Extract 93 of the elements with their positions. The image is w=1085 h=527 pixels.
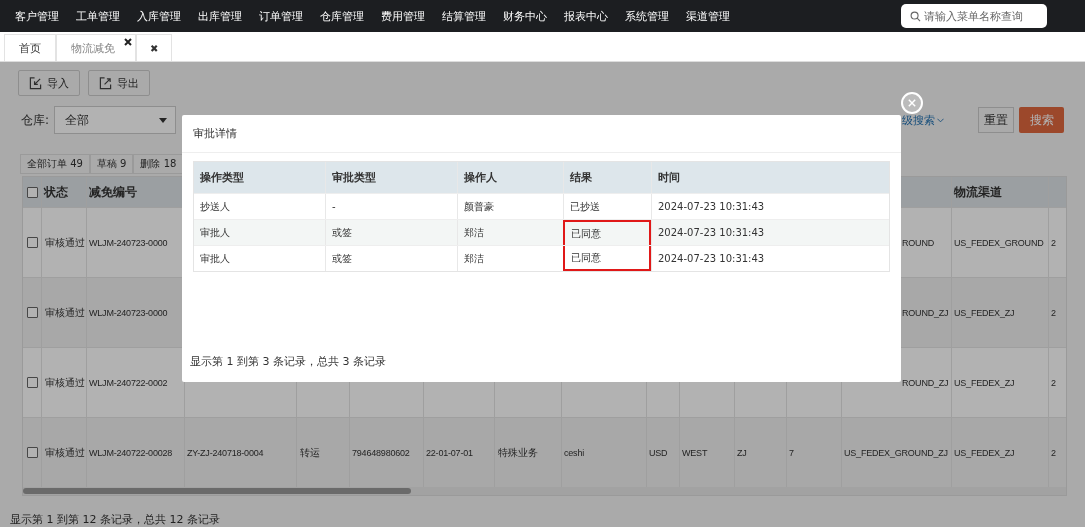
table-cell: 已同意 bbox=[571, 226, 601, 241]
caret-icon bbox=[159, 117, 168, 123]
table-cell: 2 bbox=[1051, 237, 1056, 248]
close-all-tabs-button[interactable]: ✖ bbox=[136, 34, 173, 61]
select-all-checkbox[interactable] bbox=[26, 186, 38, 198]
nav-menu-item[interactable]: 订单管理 bbox=[259, 8, 303, 24]
pagination-info: 显示第 1 到第 12 条记录，总共 12 条记录 bbox=[10, 512, 221, 527]
table-cell: ROUND_ZJ bbox=[902, 307, 949, 318]
pagination-info: 显示第 1 到第 3 条记录，总共 3 条记录 bbox=[190, 354, 386, 369]
table-cell: 审核通过 bbox=[45, 305, 85, 320]
scrollbar-thumb[interactable] bbox=[23, 488, 411, 494]
nav-menu-item[interactable]: 系统管理 bbox=[625, 8, 669, 24]
table-cell: 特殊业务 bbox=[498, 445, 538, 460]
nav-menu-item[interactable]: 费用管理 bbox=[381, 8, 425, 24]
table-cell: ceshi bbox=[564, 447, 584, 458]
table-cell: 已同意 bbox=[571, 250, 601, 265]
search-icon bbox=[910, 10, 921, 22]
table-cell: 抄送人 bbox=[200, 199, 230, 214]
column-header: 审批类型 bbox=[332, 170, 376, 185]
table-cell: 郑洁 bbox=[464, 225, 484, 240]
nav-menu-item[interactable]: 财务中心 bbox=[503, 8, 547, 24]
table-cell: ZY-ZJ-240718-0004 bbox=[187, 447, 264, 458]
row-checkbox[interactable] bbox=[26, 447, 38, 458]
nav-menu-item[interactable]: 结算管理 bbox=[442, 8, 486, 24]
nav-menu-item[interactable]: 客户管理 bbox=[15, 8, 59, 24]
dialog-title: 审批详情 bbox=[182, 115, 901, 153]
table-cell: WLJM-240722-0002 bbox=[89, 377, 168, 388]
table-cell: ZJ bbox=[737, 447, 747, 458]
nav-menu-item[interactable]: 报表中心 bbox=[564, 8, 608, 24]
row-checkbox[interactable] bbox=[26, 307, 38, 318]
page-tab[interactable]: 首页 bbox=[4, 34, 56, 61]
column-header: 状态 bbox=[44, 183, 68, 201]
table-cell: 已抄送 bbox=[570, 199, 600, 214]
table-cell: 转运 bbox=[300, 445, 320, 460]
column-header: 结果 bbox=[570, 170, 592, 185]
table-cell: ROUND bbox=[902, 237, 934, 248]
table-cell: 2 bbox=[1051, 447, 1056, 458]
close-icon[interactable] bbox=[124, 38, 132, 46]
table-cell: 或签 bbox=[332, 251, 352, 266]
toolbar-button[interactable]: 导出 bbox=[88, 70, 150, 96]
table-cell: 审核通过 bbox=[45, 235, 85, 250]
toolbar-button[interactable]: 导入 bbox=[18, 70, 80, 96]
table-cell: - bbox=[332, 201, 336, 212]
nav-menu-item[interactable]: 工单管理 bbox=[76, 8, 120, 24]
table-cell: 7 bbox=[789, 447, 794, 458]
table-cell: USD bbox=[649, 447, 668, 458]
table-cell: 2024-07-23 10:31:43 bbox=[658, 201, 765, 212]
column-header: 物流渠道 bbox=[954, 183, 1002, 201]
table-cell: ROUND_ZJ bbox=[902, 377, 949, 388]
export-icon bbox=[99, 76, 112, 90]
row-checkbox[interactable] bbox=[26, 377, 38, 388]
column-header: 减免编号 bbox=[89, 183, 137, 201]
row-checkbox[interactable] bbox=[26, 237, 38, 248]
status-tab[interactable]: 删除 18 bbox=[133, 154, 184, 174]
nav-menu-item[interactable]: 入库管理 bbox=[137, 8, 181, 24]
table-cell: 2 bbox=[1051, 307, 1056, 318]
nav-menu-item[interactable]: 渠道管理 bbox=[686, 8, 730, 24]
table-cell: WLJM-240723-0000 bbox=[89, 307, 168, 318]
table-cell: 郑洁 bbox=[464, 251, 484, 266]
import-icon bbox=[29, 76, 42, 90]
table-cell: 或签 bbox=[332, 225, 352, 240]
column-header: 操作类型 bbox=[200, 170, 244, 185]
table-cell: 2024-07-23 10:31:43 bbox=[658, 227, 765, 238]
table-cell: 颜普豪 bbox=[464, 199, 494, 214]
table-cell: WLJM-240723-0000 bbox=[89, 237, 168, 248]
table-cell: US_FEDEX_ZJ bbox=[954, 307, 1015, 318]
table-cell: 2024-07-23 10:31:43 bbox=[658, 253, 765, 264]
table-cell: 2 bbox=[1051, 377, 1056, 388]
table-cell: US_FEDEX_ZJ bbox=[954, 447, 1015, 458]
status-tab[interactable]: 全部订单 49 bbox=[20, 154, 90, 174]
table-cell: 审核通过 bbox=[45, 375, 85, 390]
page-tab[interactable]: 物流减免 bbox=[56, 34, 136, 61]
table-cell: 794648980602 bbox=[352, 447, 410, 458]
table-cell: WEST bbox=[682, 447, 708, 458]
nav-menu-item[interactable]: 仓库管理 bbox=[320, 8, 364, 24]
chevron-down-icon bbox=[937, 117, 944, 123]
reset-button[interactable]: 重置 bbox=[978, 107, 1014, 133]
column-header: 时间 bbox=[658, 170, 680, 185]
menu-search-field[interactable]: 请输入菜单名称查询 bbox=[901, 4, 1047, 28]
table-cell: 审批人 bbox=[200, 225, 230, 240]
advanced-search-link[interactable]: 级搜索 bbox=[902, 112, 935, 128]
column-header: 操作人 bbox=[464, 170, 497, 185]
table-cell: US_FEDEX_GROUND bbox=[954, 237, 1044, 248]
table-cell: US_FEDEX_ZJ bbox=[954, 377, 1015, 388]
table-cell: 22-01-07-01 bbox=[426, 447, 473, 458]
table-cell: US_FEDEX_GROUND_ZJ bbox=[844, 447, 948, 458]
nav-menu-item[interactable]: 出库管理 bbox=[198, 8, 242, 24]
warehouse-select[interactable]: 全部 bbox=[54, 106, 177, 134]
status-tab[interactable]: 草稿 9 bbox=[89, 154, 134, 174]
table-cell: WLJM-240722-00028 bbox=[89, 447, 173, 458]
table-cell: 审核通过 bbox=[45, 445, 85, 460]
table-cell: 审批人 bbox=[200, 251, 230, 266]
warehouse-label: 仓库: bbox=[21, 111, 50, 129]
